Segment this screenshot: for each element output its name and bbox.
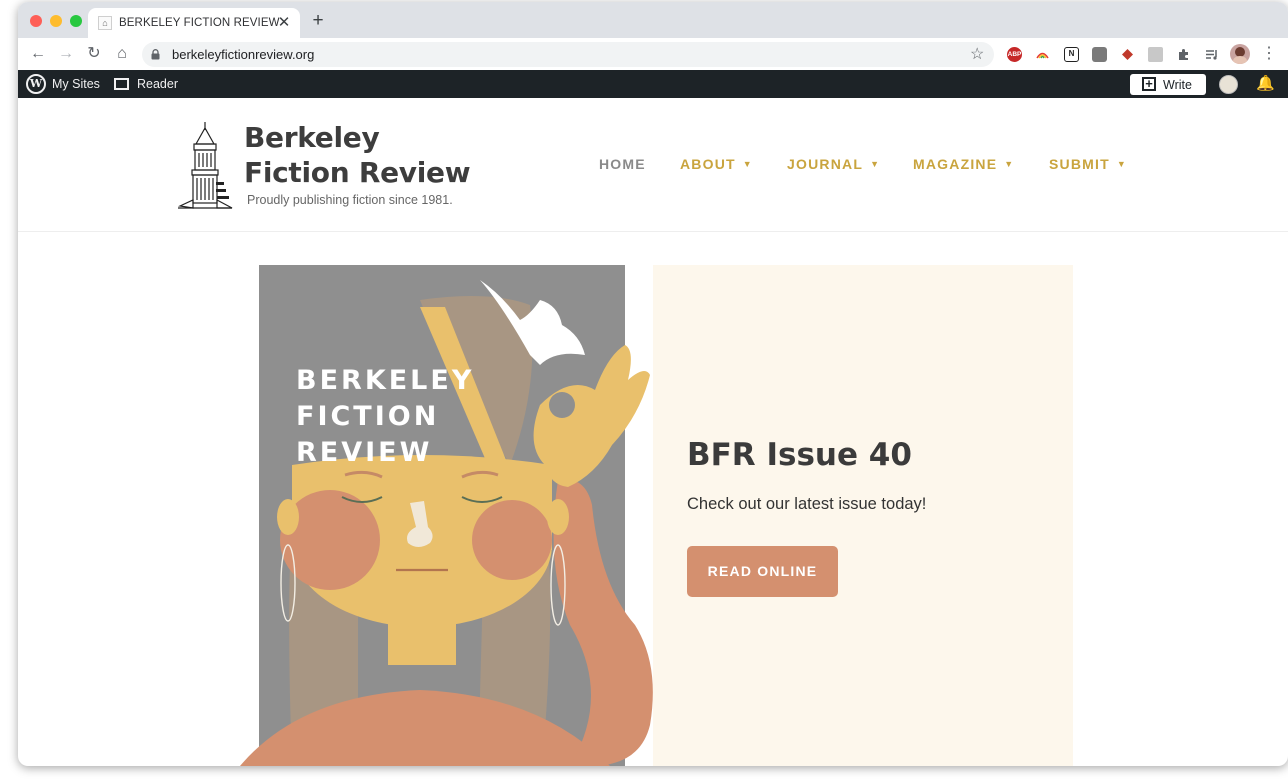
- wp-admin-bar: W My Sites Reader + Write 🔔: [18, 70, 1288, 98]
- issue-subtitle: Check out our latest issue today!: [687, 495, 927, 513]
- nav-home[interactable]: HOME: [599, 156, 646, 172]
- close-window-button[interactable]: [30, 15, 42, 27]
- chevron-down-icon: ▼: [742, 159, 753, 169]
- reload-icon[interactable]: ↻: [84, 44, 104, 64]
- nav-home-label: HOME: [599, 156, 646, 172]
- tab-strip: ⌂ BERKELEY FICTION REVIEW ✕ +: [18, 2, 1288, 38]
- cover-line-2: FICTION: [296, 401, 439, 432]
- zoom-window-button[interactable]: [70, 15, 82, 27]
- issue-cover-image[interactable]: BERKELEY FICTION REVIEW: [240, 265, 660, 766]
- close-tab-icon[interactable]: ✕: [275, 14, 293, 32]
- paste-icon[interactable]: [1148, 47, 1163, 62]
- chevron-down-icon: ▼: [870, 159, 881, 169]
- read-online-button[interactable]: READ ONLINE: [687, 546, 838, 597]
- browser-tab[interactable]: ⌂ BERKELEY FICTION REVIEW ✕: [88, 8, 300, 38]
- site-title-line1: Berkeley: [244, 121, 380, 154]
- cover-line-3: REVIEW: [296, 437, 432, 468]
- browser-toolbar: ← → ↻ ⌂ berkeleyfictionreview.org ☆ ABP …: [18, 38, 1288, 70]
- media-icon[interactable]: [1204, 47, 1219, 62]
- site-title[interactable]: Berkeley Fiction Review: [244, 120, 484, 190]
- rainbow-icon[interactable]: [1035, 47, 1050, 62]
- nav-journal[interactable]: JOURNAL ▼: [787, 156, 880, 172]
- issue-promo-panel: BFR Issue 40 Check out our latest issue …: [653, 265, 1073, 766]
- nav-submit[interactable]: SUBMIT ▼: [1049, 156, 1127, 172]
- profile-avatar[interactable]: [1230, 44, 1250, 64]
- url-text: berkeleyfictionreview.org: [172, 47, 315, 62]
- home-icon[interactable]: ⌂: [112, 44, 132, 64]
- abp-icon[interactable]: ABP: [1007, 47, 1022, 62]
- mint-icon[interactable]: [1092, 47, 1107, 62]
- user-avatar[interactable]: [1219, 75, 1238, 94]
- menu-kebab-icon[interactable]: ⋮: [1259, 44, 1279, 64]
- notifications-bell-icon[interactable]: 🔔: [1256, 74, 1275, 92]
- nav-submit-label: SUBMIT: [1049, 156, 1110, 172]
- new-tab-button[interactable]: +: [308, 11, 328, 31]
- bookmark-star-icon[interactable]: ☆: [970, 44, 984, 64]
- site-title-line2: Fiction Review: [244, 156, 471, 189]
- write-label: Write: [1163, 78, 1192, 92]
- campanile-logo-icon[interactable]: [176, 120, 234, 210]
- cover-line-1: BERKELEY: [296, 365, 474, 396]
- minimize-window-button[interactable]: [50, 15, 62, 27]
- site-favicon-icon: ⌂: [98, 16, 112, 30]
- tab-title: BERKELEY FICTION REVIEW: [119, 17, 280, 29]
- notion-icon[interactable]: N: [1064, 47, 1079, 62]
- puzzle-icon[interactable]: [1176, 47, 1191, 62]
- nav-about-label: ABOUT: [680, 156, 736, 172]
- issue-title: BFR Issue 40: [687, 437, 912, 473]
- nav-magazine-label: MAGAZINE: [913, 156, 998, 172]
- write-button[interactable]: + Write: [1130, 74, 1206, 95]
- site-header: Berkeley Fiction Review Proudly publishi…: [18, 98, 1288, 232]
- write-plus-icon: +: [1142, 77, 1156, 91]
- browser-window: ⌂ BERKELEY FICTION REVIEW ✕ + ← → ↻ ⌂ be…: [18, 2, 1288, 766]
- nav-magazine[interactable]: MAGAZINE ▼: [913, 156, 1014, 172]
- reader-link[interactable]: Reader: [137, 77, 178, 91]
- chevron-down-icon: ▼: [1116, 159, 1127, 169]
- forward-icon[interactable]: →: [56, 44, 76, 64]
- chevron-down-icon: ▼: [1004, 159, 1015, 169]
- my-sites-link[interactable]: My Sites: [52, 77, 100, 91]
- nav-about[interactable]: ABOUT ▼: [680, 156, 753, 172]
- address-bar[interactable]: berkeleyfictionreview.org ☆: [142, 42, 994, 67]
- lock-icon: [151, 49, 160, 60]
- nav-journal-label: JOURNAL: [787, 156, 864, 172]
- reader-icon[interactable]: [114, 78, 129, 90]
- red-arrow-icon[interactable]: [1120, 47, 1135, 62]
- back-icon[interactable]: ←: [28, 44, 48, 64]
- site-tagline: Proudly publishing fiction since 1981.: [247, 193, 453, 207]
- wordpress-logo-icon[interactable]: W: [26, 74, 46, 94]
